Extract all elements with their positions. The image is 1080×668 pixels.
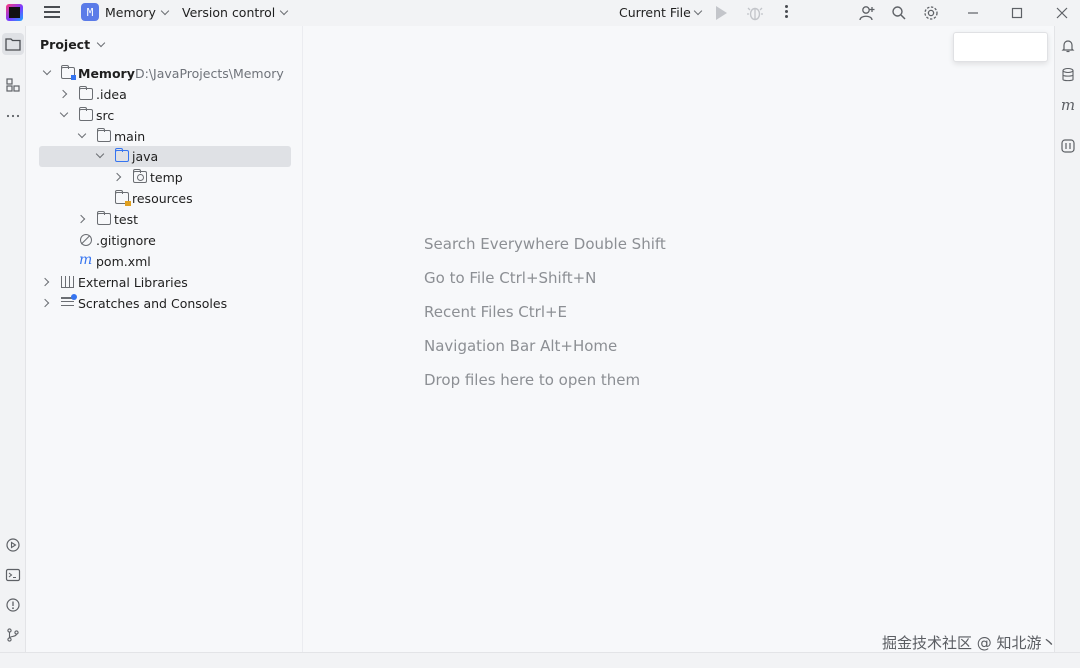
search-icon[interactable] — [890, 4, 908, 22]
notification-popup[interactable] — [953, 32, 1048, 62]
collapse-arrow-icon[interactable] — [58, 89, 68, 99]
project-panel-title[interactable]: Project — [40, 37, 106, 52]
tree-item-label: temp — [150, 170, 183, 185]
tree-item-memory[interactable]: Memory D:\JavaProjects\Memory — [39, 63, 291, 84]
add-user-icon[interactable] — [858, 4, 876, 22]
chevron-down-icon — [693, 6, 703, 16]
run-icon[interactable] — [716, 6, 727, 20]
chevron-down-icon — [160, 6, 170, 16]
project-path: D:\JavaProjects\Memory — [135, 66, 284, 81]
expand-arrow-icon[interactable] — [42, 66, 52, 76]
collapse-arrow-icon[interactable] — [40, 277, 50, 287]
close-window-icon[interactable] — [1053, 4, 1071, 22]
terminal-icon[interactable] — [2, 564, 24, 586]
database-icon[interactable] — [1058, 65, 1078, 85]
notifications-bell-icon[interactable] — [1058, 36, 1078, 56]
ai-assistant-icon[interactable] — [1058, 136, 1078, 156]
folder-icon — [78, 86, 93, 100]
minimize-window-icon[interactable] — [964, 4, 982, 22]
expand-arrow-icon[interactable] — [77, 129, 87, 139]
tree-item-label: pom.xml — [96, 254, 151, 269]
watermark-text: 掘金技术社区 @ 知北游丶 — [882, 634, 1057, 652]
title-bar: M Memory Version control Current File — [0, 0, 1080, 26]
tree-item-label: java — [132, 149, 159, 164]
tree-item-resources[interactable]: resources — [39, 188, 291, 209]
scratches-icon — [61, 294, 77, 309]
tree-item-label: main — [114, 129, 146, 144]
services-run-icon[interactable] — [2, 534, 24, 556]
maven-tool-icon[interactable]: m — [1058, 95, 1078, 115]
tree-item-label: Scratches and Consoles — [78, 296, 228, 311]
chevron-down-icon — [96, 38, 106, 48]
more-tool-windows-icon[interactable] — [2, 104, 24, 126]
project-tool-window: Project Memory D:\JavaProjects\Memory .i… — [27, 26, 303, 652]
left-tool-strip — [0, 26, 26, 652]
collapse-arrow-icon[interactable] — [76, 214, 86, 224]
resources-folder-icon — [114, 190, 131, 206]
main-menu-icon[interactable] — [44, 6, 60, 18]
collapse-arrow-icon[interactable] — [112, 172, 122, 182]
tree-item-label: External Libraries — [78, 275, 188, 290]
collapse-arrow-icon[interactable] — [40, 298, 50, 308]
project-switcher[interactable]: Memory — [105, 5, 170, 20]
tree-item-pom[interactable]: m pom.xml — [39, 251, 291, 272]
project-badge[interactable]: M — [81, 3, 99, 21]
project-panel-title-label: Project — [40, 37, 91, 52]
folder-icon — [96, 211, 111, 225]
problems-icon[interactable] — [2, 594, 24, 616]
source-folder-icon — [114, 148, 129, 162]
right-tool-strip: m — [1054, 26, 1080, 652]
package-icon — [132, 169, 147, 183]
intellij-logo-icon[interactable] — [6, 4, 23, 21]
project-tool-folder-icon[interactable] — [2, 33, 24, 55]
run-configuration-selector[interactable]: Current File — [619, 5, 703, 20]
tree-item-test[interactable]: test — [39, 209, 291, 230]
tree-item-scratches[interactable]: Scratches and Consoles — [39, 293, 291, 314]
tree-item-src[interactable]: src — [39, 105, 291, 126]
expand-arrow-icon[interactable] — [95, 149, 105, 159]
debug-icon[interactable] — [746, 4, 764, 22]
tree-item-main[interactable]: main — [39, 126, 291, 147]
tree-item-label: .gitignore — [96, 233, 156, 248]
version-control-label: Version control — [182, 5, 276, 20]
hint-search-everywhere: Search Everywhere Double Shift — [424, 235, 666, 253]
tree-item-gitignore[interactable]: .gitignore — [39, 230, 291, 251]
ignored-file-icon — [80, 234, 92, 246]
settings-gear-icon[interactable] — [922, 4, 940, 22]
tree-item-label: .idea — [96, 87, 127, 102]
library-icon — [61, 276, 74, 288]
tree-item-java[interactable]: java — [39, 146, 291, 167]
expand-arrow-icon[interactable] — [59, 108, 69, 118]
tree-item-label: resources — [132, 191, 193, 206]
version-control-menu[interactable]: Version control — [182, 5, 289, 20]
more-actions-icon[interactable] — [785, 5, 789, 20]
hint-drop-files: Drop files here to open them — [424, 371, 641, 389]
tree-item-temp[interactable]: temp — [39, 167, 291, 188]
git-branch-icon[interactable] — [2, 624, 24, 646]
tree-item-idea[interactable]: .idea — [39, 84, 291, 105]
folder-icon — [96, 128, 111, 142]
chevron-down-icon — [280, 6, 289, 16]
run-config-label: Current File — [619, 5, 691, 20]
hint-navigation-bar: Navigation Bar Alt+Home — [424, 337, 618, 355]
hint-recent-files: Recent Files Ctrl+E — [424, 303, 568, 321]
tree-item-label: test — [114, 212, 139, 227]
hint-go-to-file: Go to File Ctrl+Shift+N — [424, 269, 597, 287]
tree-item-label: src — [96, 108, 115, 123]
module-folder-icon — [60, 65, 76, 80]
project-name: Memory — [105, 5, 156, 20]
maven-file-icon: m — [79, 252, 93, 268]
maximize-window-icon[interactable] — [1008, 4, 1026, 22]
editor-area[interactable]: Search Everywhere Double Shift Go to Fil… — [304, 26, 1054, 652]
tree-item-label: Memory — [78, 66, 135, 81]
structure-icon[interactable] — [2, 74, 24, 96]
status-bar — [0, 652, 1080, 668]
folder-icon — [78, 107, 93, 121]
tree-item-external-libraries[interactable]: External Libraries — [39, 272, 291, 293]
